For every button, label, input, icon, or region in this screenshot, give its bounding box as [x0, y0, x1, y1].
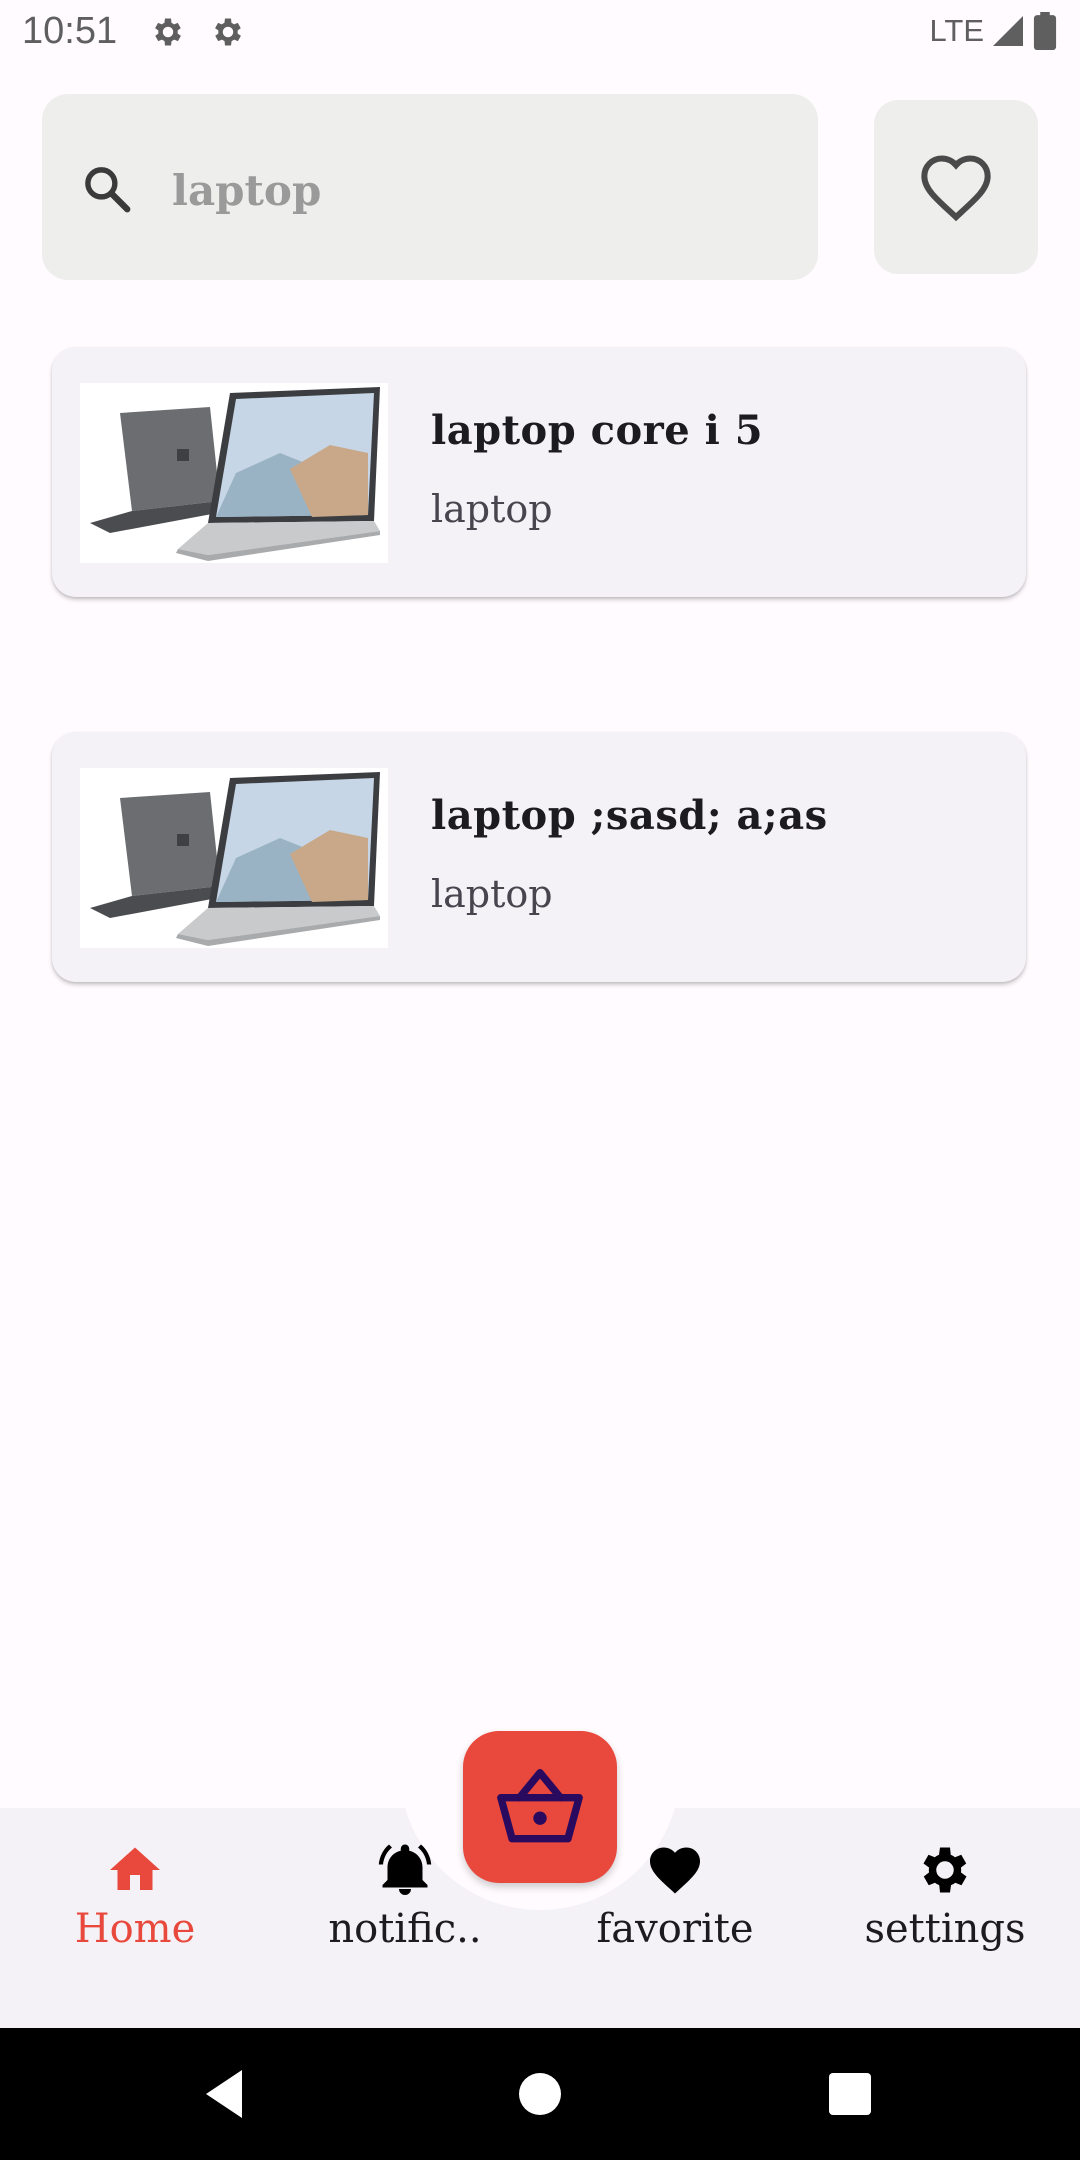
heart-icon [650, 1847, 700, 1894]
heart-outline-icon [921, 155, 991, 222]
network-type: LTE [929, 13, 984, 48]
settings-notification-icon [155, 18, 181, 46]
back-icon[interactable] [202, 2068, 248, 2120]
bell-icon [378, 1844, 432, 1895]
basket-icon [497, 1768, 583, 1843]
laptop-image [80, 768, 388, 948]
nav-settings[interactable]: settings [815, 1840, 1075, 1980]
product-image [80, 383, 388, 563]
laptop-image [80, 383, 388, 563]
status-indicators: LTE [929, 12, 1058, 50]
product-category: laptop [431, 872, 553, 916]
search-input[interactable] [172, 160, 772, 220]
product-title: laptop core i 5 [431, 407, 764, 454]
product-card[interactable]: laptop ;sasd; a;as laptop [52, 732, 1026, 982]
favorites-button[interactable] [874, 100, 1038, 274]
system-navigation-bar [0, 2028, 1080, 2160]
product-title: laptop ;sasd; a;as [431, 792, 828, 839]
nav-notifications-label: notific.. [328, 1906, 482, 1952]
signal-icon [993, 16, 1023, 46]
nav-home-label: Home [74, 1906, 196, 1952]
product-card[interactable]: laptop core i 5 laptop [52, 347, 1026, 597]
cart-fab-button[interactable] [463, 1731, 617, 1883]
search-icon [85, 167, 131, 213]
status-bar: 10:51 LTE [0, 0, 1080, 66]
nav-home[interactable]: Home [5, 1840, 265, 1980]
gear-icon [923, 1847, 967, 1893]
battery-icon [1033, 12, 1057, 50]
home-icon [110, 1847, 160, 1890]
status-time: 10:51 [22, 10, 118, 52]
nav-favorite-label: favorite [596, 1906, 754, 1952]
nav-settings-label: settings [864, 1906, 1026, 1952]
recents-icon[interactable] [829, 2073, 871, 2115]
product-image [80, 768, 388, 948]
home-circle-icon[interactable] [518, 2072, 562, 2116]
product-category: laptop [431, 487, 553, 531]
settings-notification-icon [215, 18, 241, 46]
